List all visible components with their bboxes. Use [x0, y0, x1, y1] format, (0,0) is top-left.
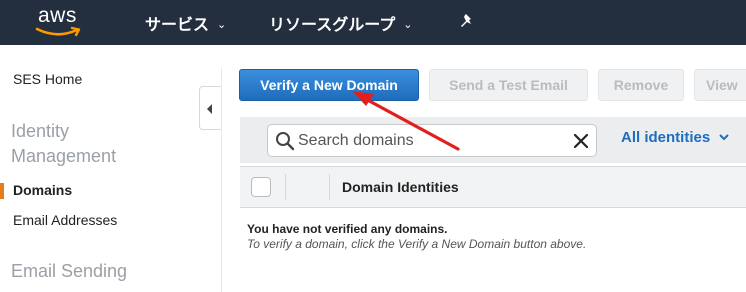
close-icon[interactable] [573, 133, 589, 149]
view-button[interactable]: View [694, 69, 746, 101]
column-divider [329, 174, 330, 200]
search-box [267, 124, 597, 157]
send-test-email-button[interactable]: Send a Test Email [429, 69, 588, 101]
caret-left-icon [207, 104, 212, 114]
sidebar-divider [221, 68, 222, 292]
identity-filter-dropdown[interactable]: All identities [621, 129, 729, 146]
resource-groups-menu[interactable]: リソースグループ ⌄ [269, 11, 412, 35]
active-indicator [0, 183, 4, 199]
search-input[interactable] [298, 130, 558, 152]
services-label: サービス [145, 17, 210, 34]
sidebar-item-email-addresses[interactable]: Email Addresses [13, 212, 117, 228]
collapse-sidebar-button[interactable] [199, 86, 221, 130]
sidebar-item-domains[interactable]: Domains [13, 182, 72, 198]
identity-filter-label: All identities [621, 129, 711, 146]
select-all-checkbox[interactable] [251, 177, 271, 197]
column-header-domain-identities[interactable]: Domain Identities [342, 179, 459, 195]
chevron-down-icon: ⌄ [403, 19, 413, 31]
aws-smile-icon [35, 26, 81, 37]
search-icon [276, 132, 295, 151]
chevron-down-icon [719, 134, 729, 141]
top-navigation-bar: aws サービス ⌄ リソースグループ ⌄ [0, 0, 746, 45]
resource-groups-label: リソースグループ [269, 17, 396, 34]
table-header-row [240, 166, 746, 208]
aws-logo-text: aws [38, 4, 77, 27]
email-sending-heading: Email Sending [11, 261, 128, 281]
identity-management-heading-line1: Identity [11, 121, 70, 141]
identity-management-heading-line2: Management [11, 146, 117, 166]
services-menu[interactable]: サービス ⌄ [145, 11, 226, 35]
empty-state-hint: To verify a domain, click the Verify a N… [247, 237, 587, 251]
pin-icon[interactable] [458, 12, 476, 30]
remove-button[interactable]: Remove [598, 69, 684, 101]
chevron-down-icon: ⌄ [217, 19, 227, 31]
aws-logo[interactable]: aws [33, 4, 89, 40]
sidebar-item-ses-home[interactable]: SES Home [13, 71, 82, 87]
column-divider [285, 174, 286, 200]
verify-new-domain-button[interactable]: Verify a New Domain [239, 69, 419, 101]
empty-state-title: You have not verified any domains. [247, 222, 448, 236]
